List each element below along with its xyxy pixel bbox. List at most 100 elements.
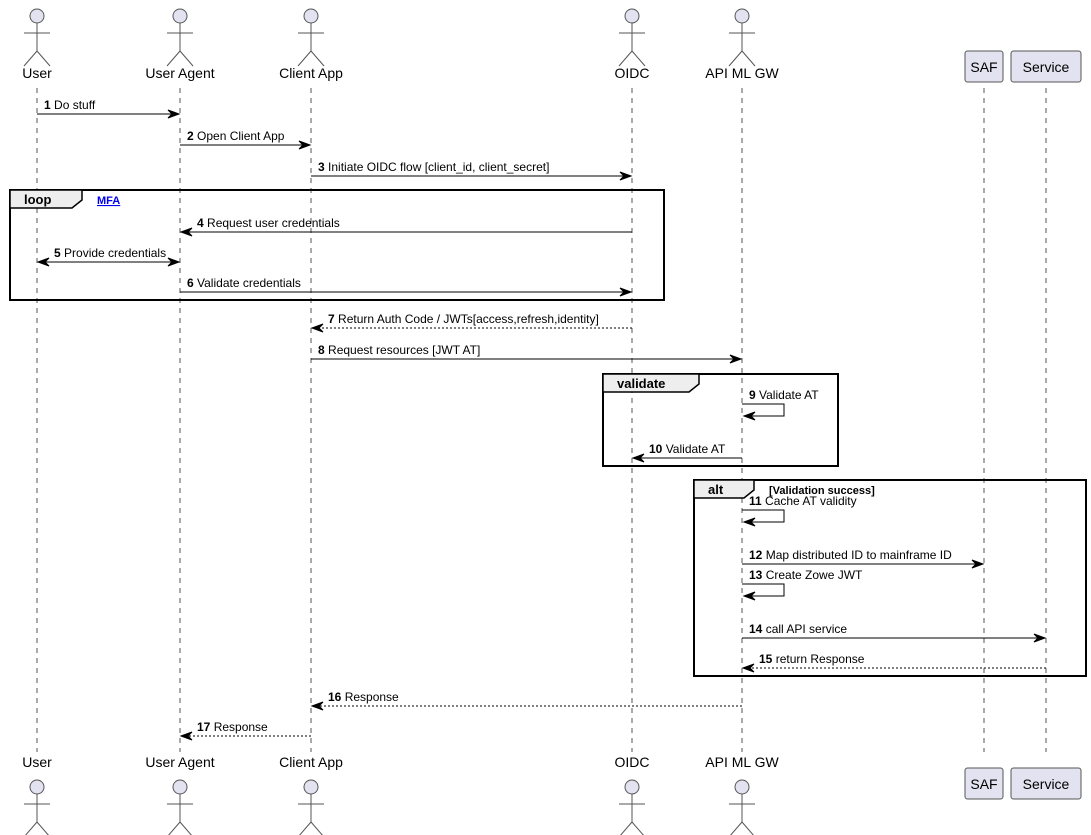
- actor-head-icon: [624, 8, 640, 24]
- message-label: 13 Create Zowe JWT: [749, 568, 863, 582]
- message-number: 16: [328, 690, 342, 704]
- message-label: 1 Do stuff: [44, 98, 96, 112]
- message-11[interactable]: 11 Cache AT validity: [742, 494, 857, 527]
- actor-leg-icon: [631, 821, 644, 835]
- actor-head-icon: [29, 8, 45, 24]
- message-label: 3 Initiate OIDC flow [client_id, client_…: [318, 160, 549, 174]
- message-number: 14: [749, 622, 763, 636]
- participant-label: User Agent: [145, 65, 214, 81]
- actor-leg-icon: [299, 821, 312, 835]
- message-15[interactable]: 15 return Response: [741, 652, 1046, 673]
- actor-leg-icon: [179, 50, 194, 67]
- fragment-label: alt: [708, 482, 724, 497]
- message-text: Cache AT validity: [762, 494, 857, 508]
- message-16[interactable]: 16 Response: [310, 690, 742, 711]
- message-number: 11: [749, 494, 762, 508]
- participant-label: OIDC: [615, 754, 650, 770]
- actor-head-icon: [624, 779, 640, 795]
- actor-leg-icon: [310, 50, 325, 67]
- message-14[interactable]: 14 call API service: [742, 622, 1047, 643]
- message-text: Open Client App: [194, 129, 285, 143]
- message-text: Do stuff: [51, 98, 96, 112]
- message-12[interactable]: 12 Map distributed ID to mainframe ID: [742, 548, 985, 569]
- actor-head-icon: [172, 8, 188, 24]
- message-text: call API service: [762, 622, 847, 636]
- participant-user-top[interactable]: User: [22, 8, 52, 81]
- participant-label: Client App: [279, 754, 343, 770]
- message-3[interactable]: 3 Initiate OIDC flow [client_id, client_…: [311, 160, 633, 181]
- message-label: 2 Open Client App: [187, 129, 285, 143]
- message-label: 16 Response: [328, 690, 399, 704]
- message-4[interactable]: 4 Request user credentials: [179, 216, 632, 237]
- participant-label: User: [22, 65, 52, 81]
- message-label: 11 Cache AT validity: [749, 494, 857, 508]
- fragment-tab: [693, 479, 755, 499]
- participant-oidc-bottom[interactable]: OIDC: [615, 754, 650, 835]
- message-13[interactable]: 13 Create Zowe JWT: [742, 568, 863, 601]
- message-text: Validate AT: [756, 388, 820, 402]
- actor-leg-icon: [36, 821, 49, 835]
- actor-leg-icon: [620, 821, 633, 835]
- message-text: Request user credentials: [204, 216, 340, 230]
- participant-label: OIDC: [615, 65, 650, 81]
- message-label: 9 Validate AT: [749, 388, 819, 402]
- message-text: Create Zowe JWT: [762, 568, 863, 582]
- message-text: Map distributed ID to mainframe ID: [762, 548, 952, 562]
- actor-leg-icon: [730, 821, 743, 835]
- participant-user-bottom[interactable]: User: [22, 754, 52, 835]
- participant-label: User: [22, 754, 52, 770]
- participant-label: User Agent: [145, 754, 214, 770]
- message-text: Request resources [JWT AT]: [325, 343, 481, 357]
- message-text: Provide credentials: [61, 246, 166, 260]
- arrowhead-icon: [310, 323, 324, 333]
- actor-leg-icon: [631, 50, 646, 67]
- participant-label: SAF: [970, 59, 997, 75]
- participant-service-bottom[interactable]: Service: [1010, 767, 1082, 800]
- message-7[interactable]: 7 Return Auth Code / JWTs[access,refresh…: [310, 312, 632, 333]
- actor-leg-icon: [741, 50, 756, 67]
- message-6[interactable]: 6 Validate credentials: [180, 276, 633, 297]
- message-1[interactable]: 1 Do stuff: [37, 98, 181, 119]
- participant-saf-bottom[interactable]: SAF: [964, 767, 1004, 800]
- message-17[interactable]: 17 Response: [179, 720, 311, 741]
- message-5[interactable]: 5 Provide credentials: [36, 246, 181, 267]
- message-9[interactable]: 9 Validate AT: [742, 388, 819, 421]
- message-text: Validate credentials: [194, 276, 301, 290]
- message-2[interactable]: 2 Open Client App: [180, 129, 312, 150]
- message-text: return Response: [772, 652, 864, 666]
- actor-leg-icon: [36, 50, 51, 67]
- actor-leg-icon: [168, 821, 181, 835]
- message-10[interactable]: 10 Validate AT: [631, 442, 742, 463]
- participant-client_app-bottom[interactable]: Client App: [279, 754, 343, 835]
- participant-oidc-top[interactable]: OIDC: [615, 8, 650, 81]
- actor-head-icon: [172, 779, 188, 795]
- actor-leg-icon: [728, 50, 743, 67]
- participant-service-top[interactable]: Service: [1010, 50, 1082, 83]
- message-label: 6 Validate credentials: [187, 276, 301, 290]
- message-label: 17 Response: [197, 720, 268, 734]
- participant-user_agent-top[interactable]: User Agent: [145, 8, 215, 81]
- fragment-guard-link[interactable]: MFA: [97, 195, 120, 207]
- actor-head-icon: [303, 8, 319, 24]
- participant-label: API ML GW: [705, 754, 779, 770]
- message-label: 15 return Response: [759, 652, 865, 666]
- actor-leg-icon: [297, 50, 312, 67]
- message-label: 10 Validate AT: [649, 442, 726, 456]
- message-number: 17: [197, 720, 211, 734]
- fragment-label: validate: [617, 376, 665, 391]
- participant-label: Client App: [279, 65, 343, 81]
- participant-gw-bottom[interactable]: API ML GW: [705, 754, 779, 835]
- message-number: 15: [759, 652, 773, 666]
- message-8[interactable]: 8 Request resources [JWT AT]: [311, 343, 743, 364]
- participant-client_app-top[interactable]: Client App: [279, 8, 343, 81]
- message-text: Response: [341, 690, 399, 704]
- message-number: 10: [649, 442, 663, 456]
- actor-leg-icon: [25, 821, 38, 835]
- message-text: Initiate OIDC flow [client_id, client_se…: [325, 160, 550, 174]
- participant-saf-top[interactable]: SAF: [964, 50, 1004, 83]
- actor-leg-icon: [179, 821, 192, 835]
- participant-gw-top[interactable]: API ML GW: [705, 8, 779, 81]
- actor-leg-icon: [23, 50, 38, 67]
- message-label: 4 Request user credentials: [197, 216, 340, 230]
- participant-user_agent-bottom[interactable]: User Agent: [145, 754, 215, 835]
